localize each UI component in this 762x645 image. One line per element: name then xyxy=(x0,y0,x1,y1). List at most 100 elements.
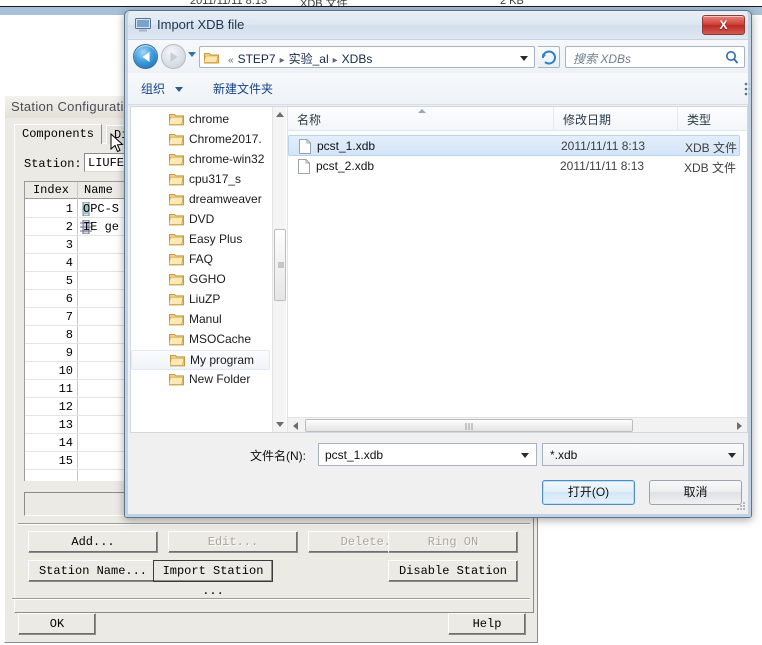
station-window-title: Station Configurati xyxy=(11,99,124,114)
nav-item-manul[interactable]: Manul xyxy=(131,310,270,330)
forward-button[interactable] xyxy=(161,44,186,69)
file-list-header: 名称 修改日期 类型 xyxy=(288,107,749,131)
grid-row-index: 14 xyxy=(58,436,73,450)
nav-item-my-program[interactable]: My program xyxy=(131,350,270,370)
nav-vertical-scrollbar[interactable] xyxy=(272,107,286,432)
file-type: XDB 文件 xyxy=(684,161,737,175)
view-options-icon[interactable] xyxy=(744,81,751,97)
import-station-button[interactable]: Import Station ... xyxy=(153,560,273,598)
breadcrumb: «STEP7 ▸ 实验_al ▸ XDBs xyxy=(224,50,512,67)
nav-item-label: DVD xyxy=(189,212,215,226)
scroll-up-button[interactable] xyxy=(273,107,286,122)
filter-dropdown-icon[interactable] xyxy=(728,453,736,458)
folder-icon xyxy=(168,293,184,306)
file-list-pane[interactable]: 名称 修改日期 类型 pcst_1.xdb 2011/11/11 8:13 XDB … xyxy=(288,107,749,432)
nav-item-easy-plus[interactable]: Easy Plus xyxy=(131,230,270,250)
nav-item-dvd[interactable]: DVD xyxy=(131,210,270,230)
grid-row-index: 9 xyxy=(65,346,73,360)
dialog-title: Import XDB file xyxy=(157,17,245,32)
nav-item-label: chrome-win32 xyxy=(189,152,265,166)
add-button[interactable]: Add... xyxy=(28,531,158,553)
navigation-pane[interactable]: chrome Chrome2017. chrome-win32 cpu317_s dre… xyxy=(131,107,286,432)
organize-chevron-icon[interactable] xyxy=(175,87,183,92)
cancel-button[interactable]: 取消 xyxy=(649,480,742,505)
nav-item-dreamweaver[interactable]: dreamweaver xyxy=(131,190,270,210)
nav-item-label: FAQ xyxy=(189,252,214,266)
address-bar[interactable]: «STEP7 ▸ 实验_al ▸ XDBs xyxy=(199,46,535,68)
nav-item-chrome[interactable]: chrome xyxy=(131,110,270,130)
filename-value: pcst_1.xdb xyxy=(325,448,384,462)
grid-row-index: 11 xyxy=(58,382,73,396)
nav-item-label: MSOCache xyxy=(189,332,252,346)
button-group-divider-top-hl xyxy=(18,524,530,525)
folder-icon xyxy=(169,354,185,367)
grid-row-index: 1 xyxy=(65,202,73,216)
hscrollbar-thumb[interactable] xyxy=(305,419,633,432)
nav-item-label: New Folder xyxy=(189,372,251,386)
grid-row-index: 12 xyxy=(58,400,73,414)
back-button[interactable] xyxy=(133,44,158,69)
column-header-name-label: 名称 xyxy=(297,113,322,127)
nav-item-ggho[interactable]: GGHO xyxy=(131,270,270,290)
nav-item-chrome-win32[interactable]: chrome-win32 xyxy=(131,150,270,170)
column-header-date[interactable]: 修改日期 xyxy=(554,107,678,131)
ok-button-label: OK xyxy=(49,617,65,631)
ok-button[interactable]: OK xyxy=(18,613,96,635)
breadcrumb-separator-1: ▸ xyxy=(332,55,338,66)
address-dropdown-icon[interactable] xyxy=(520,56,528,61)
grid-row-index: 2 xyxy=(65,220,73,234)
column-header-name[interactable]: 名称 xyxy=(288,107,554,131)
navigation-bar: «STEP7 ▸ 实验_al ▸ XDBs 搜索 XDBs xyxy=(125,40,751,73)
organize-menu[interactable]: 组织 xyxy=(141,80,165,97)
file-type-filter-value: *.xdb xyxy=(550,448,578,462)
scroll-down-button[interactable] xyxy=(273,417,286,432)
file-row[interactable]: pcst_2.xdb 2011/11/11 8:13 XDB 文件 xyxy=(288,156,740,177)
breadcrumb-item-1[interactable]: 实验_al xyxy=(289,52,329,66)
search-input[interactable]: 搜索 XDBs xyxy=(573,50,631,67)
new-folder-button[interactable]: 新建文件夹 xyxy=(213,80,273,97)
nav-item-msocache[interactable]: MSOCache xyxy=(131,330,270,350)
grid-row-name: IE ge xyxy=(83,220,120,234)
nav-item-label: Manul xyxy=(189,312,222,326)
file-row[interactable]: pcst_1.xdb 2011/11/11 8:13 XDB 文件 xyxy=(288,135,740,156)
breadcrumb-item-0[interactable]: STEP7 xyxy=(238,52,276,66)
filename-label: 文件名(N): xyxy=(250,449,306,463)
nav-item-label: GGHO xyxy=(189,272,226,286)
help-button[interactable]: Help xyxy=(448,613,526,635)
column-header-type[interactable]: 类型 xyxy=(678,107,749,131)
breadcrumb-item-2[interactable]: XDBs xyxy=(342,52,373,66)
search-box[interactable]: 搜索 XDBs xyxy=(565,46,745,68)
nav-item-new-folder[interactable]: New Folder xyxy=(131,370,270,390)
file-horizontal-scrollbar[interactable] xyxy=(288,417,747,432)
station-name-button[interactable]: Station Name... xyxy=(28,560,158,582)
chevron-down-icon[interactable] xyxy=(188,52,196,57)
hscroll-right-button[interactable] xyxy=(732,418,747,433)
disable-station-button[interactable]: Disable Station xyxy=(388,560,518,582)
folder-icon xyxy=(168,333,184,346)
help-button-label: Help xyxy=(472,617,502,631)
scrollbar-grip-icon xyxy=(278,262,284,269)
folder-icon xyxy=(168,313,184,326)
station-field-label: Station: xyxy=(24,157,82,171)
folder-icon xyxy=(168,213,184,226)
open-button[interactable]: 打开(O) xyxy=(542,480,635,505)
file-type-filter[interactable]: *.xdb xyxy=(542,443,744,466)
nav-item-faq[interactable]: FAQ xyxy=(131,250,270,270)
nav-item-label: My program xyxy=(190,353,255,367)
nav-item-liuzp[interactable]: LiuZP xyxy=(131,290,270,310)
nav-item-chrome2017[interactable]: Chrome2017. xyxy=(131,130,270,150)
grid-row-index: 10 xyxy=(58,364,73,378)
nav-item-label: Chrome2017. xyxy=(189,132,262,146)
close-button[interactable]: X xyxy=(702,15,745,35)
nav-scrollbar-thumb[interactable] xyxy=(274,229,286,301)
filename-input[interactable]: pcst_1.xdb xyxy=(318,443,537,466)
grid-row-index: 5 xyxy=(65,274,73,288)
hscroll-left-button[interactable] xyxy=(288,418,303,433)
filename-dropdown-icon[interactable] xyxy=(521,453,529,458)
search-icon[interactable] xyxy=(725,50,739,65)
tab-components[interactable]: Components xyxy=(14,124,103,144)
resize-grip-icon[interactable] xyxy=(735,500,747,512)
refresh-button[interactable] xyxy=(538,46,560,68)
folder-icon xyxy=(168,273,184,286)
nav-item-cpu317-s[interactable]: cpu317_s xyxy=(131,170,270,190)
